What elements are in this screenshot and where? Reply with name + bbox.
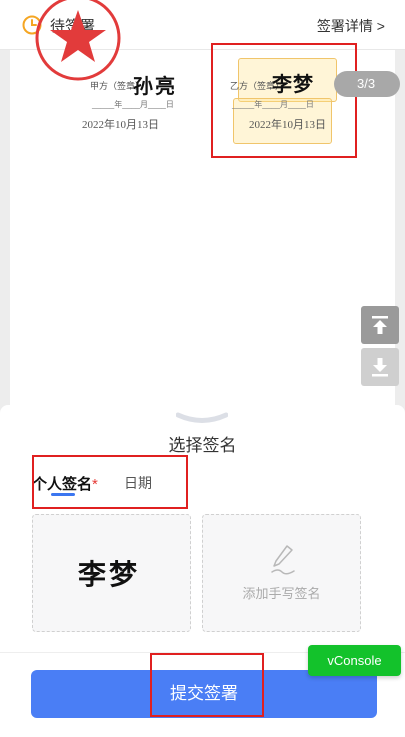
collapse-chevron-icon[interactable] (176, 412, 228, 426)
sign-detail-link[interactable]: 签署详情 > (317, 16, 385, 36)
vconsole-button[interactable]: vConsole (308, 645, 401, 676)
add-handwritten-label: 添加手写签名 (242, 586, 321, 601)
party-a-date-blank: _____年____月____日 (92, 100, 174, 109)
page-indicator: 3/3 (334, 71, 400, 97)
annotation-highlight-submit (150, 653, 264, 717)
pen-icon (271, 545, 295, 575)
scroll-to-top-button[interactable] (361, 306, 399, 344)
saved-signature-preview: 李梦 (78, 558, 141, 591)
arrow-down-to-line-icon (372, 358, 388, 377)
party-a-signature: 孙亮 (133, 74, 177, 98)
panel-title: 选择签名 (168, 436, 237, 455)
annotation-highlight-signature (211, 43, 357, 158)
annotation-highlight-tabs (32, 455, 188, 509)
party-a-date: 2022年10月13日 (82, 119, 159, 131)
scroll-to-bottom-button[interactable] (361, 348, 399, 386)
arrow-up-to-line-icon (372, 316, 388, 334)
